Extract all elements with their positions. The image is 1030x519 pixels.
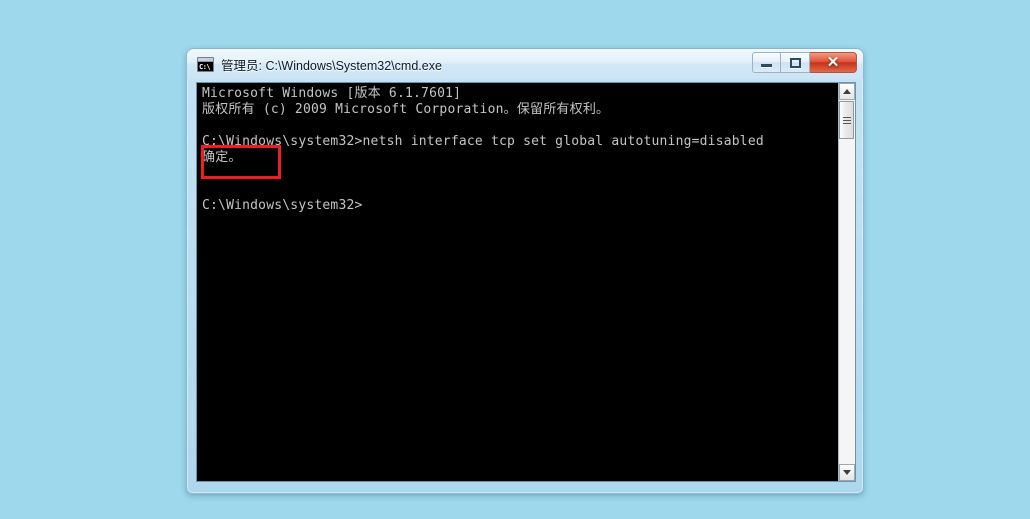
scroll-down-button[interactable] <box>839 464 855 481</box>
cmd-exe-icon: ··· C:\ <box>197 56 214 72</box>
cmd-icon-prompt: C:\ <box>198 61 213 71</box>
scrollbar-grip-icon <box>842 116 851 124</box>
chevron-down-icon <box>843 470 851 475</box>
console-line: 确定。 <box>202 150 242 165</box>
minimize-icon <box>761 64 772 67</box>
scrollbar-track[interactable] <box>839 100 855 464</box>
chevron-up-icon <box>843 89 851 94</box>
close-icon: ✕ <box>826 54 840 71</box>
console-client-area[interactable]: Microsoft Windows [版本 6.1.7601] 版权所有 (c) … <box>196 82 856 482</box>
title-bar-left-group: ··· C:\ 管理员: C:\Windows\System32\cmd.exe <box>197 49 442 79</box>
console-output-surface[interactable]: Microsoft Windows [版本 6.1.7601] 版权所有 (c) … <box>197 83 838 481</box>
maximize-icon <box>789 57 801 68</box>
console-line: C:\Windows\system32> <box>202 198 363 213</box>
scrollbar-thumb[interactable] <box>839 101 854 139</box>
scroll-up-button[interactable] <box>839 83 855 100</box>
maximize-button[interactable] <box>781 52 810 73</box>
console-line: C:\Windows\system32>netsh interface tcp … <box>202 134 764 149</box>
caption-button-group[interactable]: ✕ <box>752 52 857 74</box>
console-line: 版权所有 (c) 2009 Microsoft Corporation。保留所有… <box>202 102 610 117</box>
console-line: Microsoft Windows [版本 6.1.7601] <box>202 86 462 101</box>
close-button[interactable]: ✕ <box>810 52 857 73</box>
window-title-bar[interactable]: ··· C:\ 管理员: C:\Windows\System32\cmd.exe… <box>187 49 863 79</box>
console-text-buffer: Microsoft Windows [版本 6.1.7601] 版权所有 (c) … <box>202 86 838 214</box>
window-title-text: 管理员: C:\Windows\System32\cmd.exe <box>221 58 442 73</box>
command-prompt-window[interactable]: ··· C:\ 管理员: C:\Windows\System32\cmd.exe… <box>186 48 864 494</box>
console-scrollbar[interactable] <box>838 83 855 481</box>
minimize-button[interactable] <box>752 52 781 73</box>
